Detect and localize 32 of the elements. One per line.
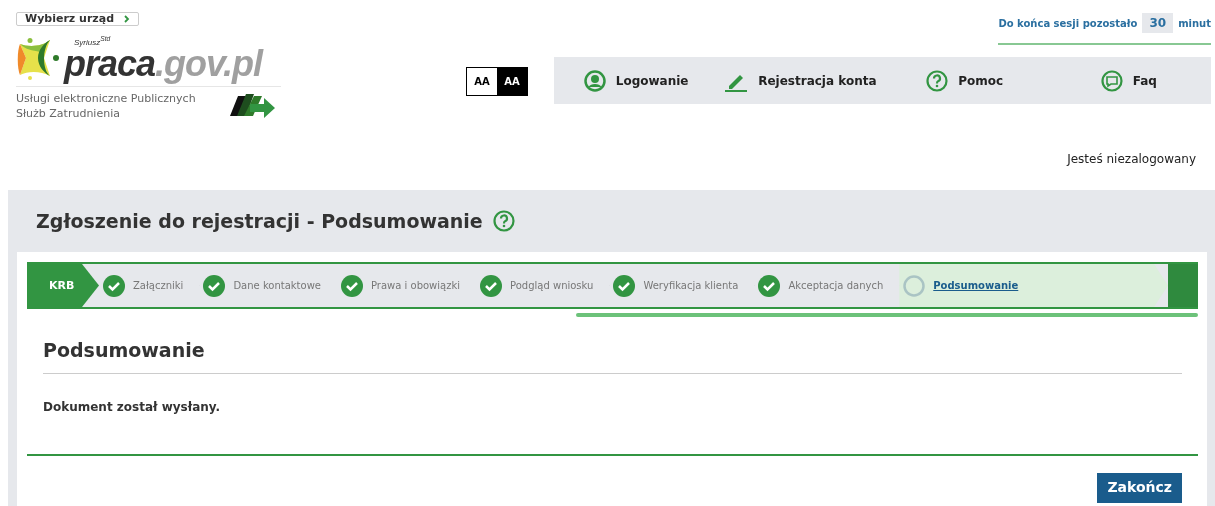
- help-icon: [926, 69, 949, 92]
- tagline: Usługi elektroniczne Publicznych Służb Zatrudnienia: [16, 90, 197, 121]
- section-heading: Podsumowanie: [43, 339, 1182, 374]
- nav-link[interactable]: Faq: [1046, 57, 1211, 104]
- session-minutes: 30: [1142, 13, 1174, 33]
- arrow-cards-icon: [228, 91, 276, 120]
- finish-button[interactable]: Zakończ: [1097, 473, 1182, 503]
- check-circle-icon: [758, 274, 781, 297]
- check-circle-icon: [203, 274, 226, 297]
- status-message: Dokument został wysłany.: [43, 400, 222, 414]
- login-status: Jesteś niezalogowany: [1067, 152, 1196, 166]
- user-icon: [583, 69, 606, 92]
- check-circle-icon: [480, 274, 503, 297]
- session-unit: minut: [1178, 17, 1211, 29]
- logo-icon: [16, 37, 62, 80]
- check-circle-icon: [103, 274, 125, 297]
- office-select-button[interactable]: Wybierz urząd: [16, 11, 140, 26]
- nav-link[interactable]: Pomoc: [882, 57, 1047, 104]
- chat-icon: [1100, 69, 1123, 92]
- nav-link[interactable]: Logowanie: [554, 57, 719, 104]
- help-icon[interactable]: [492, 210, 515, 232]
- logo-superscript: Syriusz$^{Std}$: [74, 34, 112, 48]
- nav-link[interactable]: Rejestracja konta: [718, 57, 883, 104]
- page-title: Zgłoszenie do rejestracji - Podsumowanie: [36, 210, 483, 232]
- check-circle-icon: [341, 274, 363, 297]
- empty-circle-icon: [903, 274, 926, 297]
- session-label: Do końca sesji pozostało: [998, 17, 1138, 29]
- wizard-step[interactable]: Podsumowanie: [899, 264, 1168, 307]
- chevron-right-icon: [124, 14, 131, 23]
- contrast-button[interactable]: AA: [497, 68, 527, 95]
- wizard-start-label: KRB: [27, 264, 99, 307]
- check-circle-icon: [613, 274, 636, 297]
